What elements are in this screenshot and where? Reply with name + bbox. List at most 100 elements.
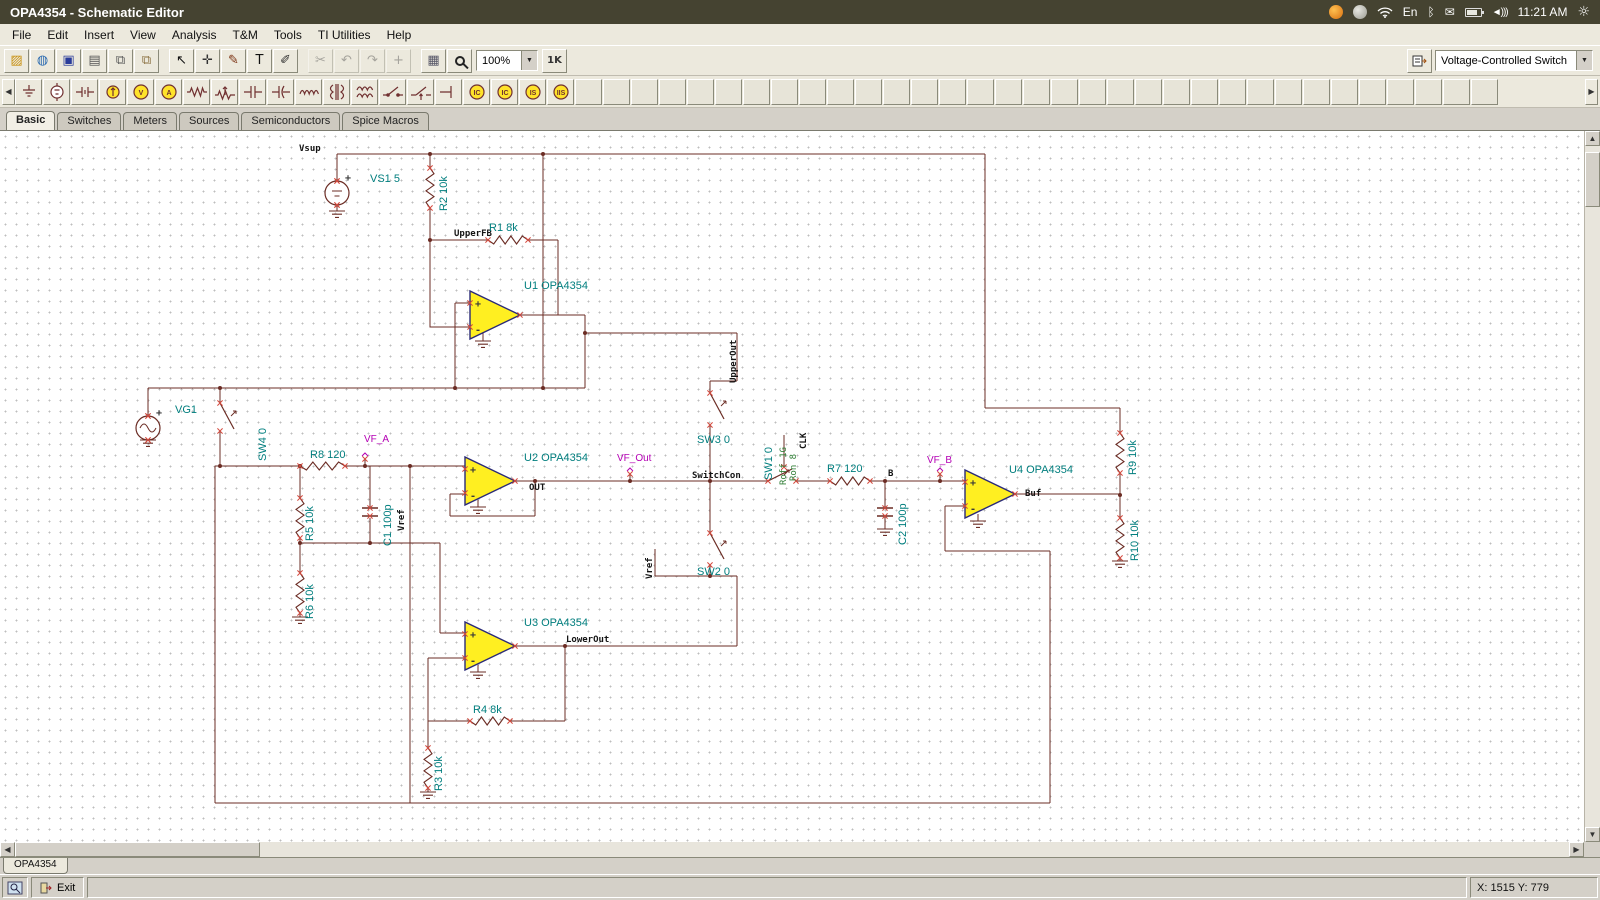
component-scroll-right[interactable]: ▶ <box>1585 79 1598 105</box>
coupled-inductors-component-button[interactable] <box>351 79 378 105</box>
insert-last-button[interactable]: + <box>386 49 411 73</box>
tab-switches[interactable]: Switches <box>57 112 121 130</box>
schematic-label-sw1[interactable]: SW1 0 <box>763 447 775 480</box>
open-button[interactable]: ▨ <box>4 49 29 73</box>
keyboard-layout-indicator[interactable]: En <box>1403 5 1418 19</box>
resistor-R2[interactable] <box>426 165 434 210</box>
status-mode-icon[interactable] <box>2 877 28 898</box>
schematic-label-vg1[interactable]: VG1 <box>175 404 197 416</box>
capacitor-C1[interactable] <box>362 505 378 518</box>
schematic-label-u2[interactable]: U2 OPA4354 <box>524 452 588 464</box>
schematic-label-sw4[interactable]: SW4 0 <box>257 428 269 461</box>
select-region-button[interactable]: ✛ <box>195 49 220 73</box>
tab-sources[interactable]: Sources <box>179 112 239 130</box>
vscroll-track[interactable] <box>1585 146 1600 827</box>
battery-component-button[interactable] <box>71 79 98 105</box>
switch-SW4[interactable] <box>217 400 236 429</box>
schematic-label-roff[interactable]: Roff 1G <box>779 447 789 485</box>
ammeter-component-button[interactable]: A <box>155 79 182 105</box>
capacitor-C2[interactable] <box>877 505 893 518</box>
horizontal-scrollbar[interactable]: ◀ ▶ <box>0 842 1584 857</box>
terminator-component-button[interactable] <box>435 79 462 105</box>
copy-window-button[interactable]: ⧉ <box>134 49 159 73</box>
component-scroll-left[interactable]: ◀ <box>2 79 15 105</box>
schematic-label-vref1[interactable]: Vref <box>397 509 407 531</box>
edit-wire-button[interactable]: ✐ <box>273 49 298 73</box>
voltmeter-component-button[interactable]: V <box>127 79 154 105</box>
bluetooth-icon[interactable]: ᛒ <box>1427 5 1434 19</box>
schematic-labels[interactable]: VsupVS1 5R2 10kUpperFBR1 8kU1 OPA4354VG1… <box>175 144 1141 791</box>
component-mode-select[interactable]: Voltage-Controlled Switch ▼ <box>1435 50 1593 71</box>
resistor-R10[interactable] <box>1116 515 1124 560</box>
ground-component-button[interactable] <box>15 79 42 105</box>
ground-R10[interactable] <box>1112 561 1128 567</box>
electrolytic-capacitor-component-button[interactable] <box>267 79 294 105</box>
switch-SW3[interactable] <box>707 390 726 419</box>
menu-file[interactable]: File <box>4 25 39 45</box>
wifi-icon[interactable] <box>1377 6 1393 18</box>
schematic-label-u1[interactable]: U1 OPA4354 <box>524 280 588 292</box>
menu-help[interactable]: Help <box>379 25 420 45</box>
zoom-select[interactable]: 100% ▼ <box>476 50 538 71</box>
opamp-U3[interactable]: +- <box>462 622 517 670</box>
opamp-U4[interactable]: +- <box>962 470 1017 518</box>
hscroll-thumb[interactable] <box>15 842 260 857</box>
ground-U4[interactable] <box>970 521 986 527</box>
menu-analysis[interactable]: Analysis <box>164 25 225 45</box>
schematic-label-u3[interactable]: U3 OPA4354 <box>524 617 588 629</box>
schematic-canvas[interactable]: +++-+-+-+-VsupVS1 5R2 10kUpperFBR1 8kU1 … <box>0 131 1584 842</box>
schematic-label-vfout[interactable]: VF_Out <box>617 453 652 464</box>
schematic-label-vs1[interactable]: VS1 5 <box>370 173 400 185</box>
battery-icon[interactable] <box>1465 8 1482 17</box>
ground-VG1[interactable] <box>140 440 156 446</box>
ground-C2[interactable] <box>877 529 893 535</box>
mail-icon[interactable]: ✉ <box>1445 5 1455 19</box>
inductor-component-button[interactable] <box>295 79 322 105</box>
grid-button[interactable]: ▦ <box>421 49 446 73</box>
schematic-label-vref2[interactable]: Vref <box>645 557 655 579</box>
page-setup-button[interactable]: ▤ <box>82 49 107 73</box>
menu-ti-utilities[interactable]: TI Utilities <box>310 25 379 45</box>
schematic-label-r7[interactable]: R7 120 <box>827 463 862 475</box>
session-gear-icon[interactable]: ☼ <box>1577 4 1590 20</box>
tab-spice-macros[interactable]: Spice Macros <box>342 112 429 130</box>
schematic-label-vsup[interactable]: Vsup <box>299 144 321 154</box>
cursor-button[interactable]: ↖ <box>169 49 194 73</box>
switch-SW2[interactable] <box>707 530 726 559</box>
schematic-label-clk[interactable]: CLK <box>799 432 809 449</box>
controlled-source-is-component-button[interactable]: IS <box>519 79 546 105</box>
save-button[interactable]: ▣ <box>56 49 81 73</box>
schematic-label-r9[interactable]: R9 10k <box>1127 440 1139 475</box>
resistor-R1[interactable] <box>485 236 530 244</box>
schematic-label-vfb[interactable]: VF_B <box>927 455 952 466</box>
controlled-switch-component-button[interactable] <box>407 79 434 105</box>
resistor-R4[interactable] <box>467 717 512 725</box>
opamp-U2[interactable]: +- <box>462 457 517 505</box>
schematic-label-r8[interactable]: R8 120 <box>310 449 345 461</box>
voltage-source-component-button[interactable] <box>43 79 70 105</box>
schematic-label-u4[interactable]: U4 OPA4354 <box>1009 464 1073 476</box>
generator-VG1[interactable]: + <box>136 408 162 443</box>
schematic-label-sw3[interactable]: SW3 0 <box>697 434 730 446</box>
open-from-web-button[interactable]: ◍ <box>30 49 55 73</box>
component-mode-arrow-icon[interactable]: ▼ <box>1576 51 1592 70</box>
hotkey-value-button[interactable]: 1K <box>542 49 567 73</box>
schematic-label-c1[interactable]: C1 100p <box>382 504 394 546</box>
tray-app-orange-icon[interactable] <box>1329 5 1343 19</box>
schematic-label-b[interactable]: B <box>888 469 894 479</box>
ground-VS1[interactable] <box>329 211 345 217</box>
volume-icon[interactable]: ◄))) <box>1492 7 1508 18</box>
schematic-label-r5[interactable]: R5 10k <box>304 506 316 541</box>
schematic-label-r3[interactable]: R3 10k <box>433 756 445 791</box>
potentiometer-component-button[interactable] <box>211 79 238 105</box>
redo-button[interactable]: ↷ <box>360 49 385 73</box>
ground-U3[interactable] <box>470 672 486 678</box>
menu-tools[interactable]: Tools <box>266 25 310 45</box>
schematic-label-switchcon[interactable]: SwitchCon <box>692 470 741 481</box>
clock[interactable]: 11:21 AM <box>1518 5 1568 19</box>
source-VS1[interactable]: + <box>325 173 351 208</box>
ground-U2[interactable] <box>470 507 486 513</box>
schematic-label-out[interactable]: OUT <box>529 483 546 493</box>
schematic-label-r6[interactable]: R6 10k <box>304 584 316 619</box>
menu-insert[interactable]: Insert <box>76 25 122 45</box>
